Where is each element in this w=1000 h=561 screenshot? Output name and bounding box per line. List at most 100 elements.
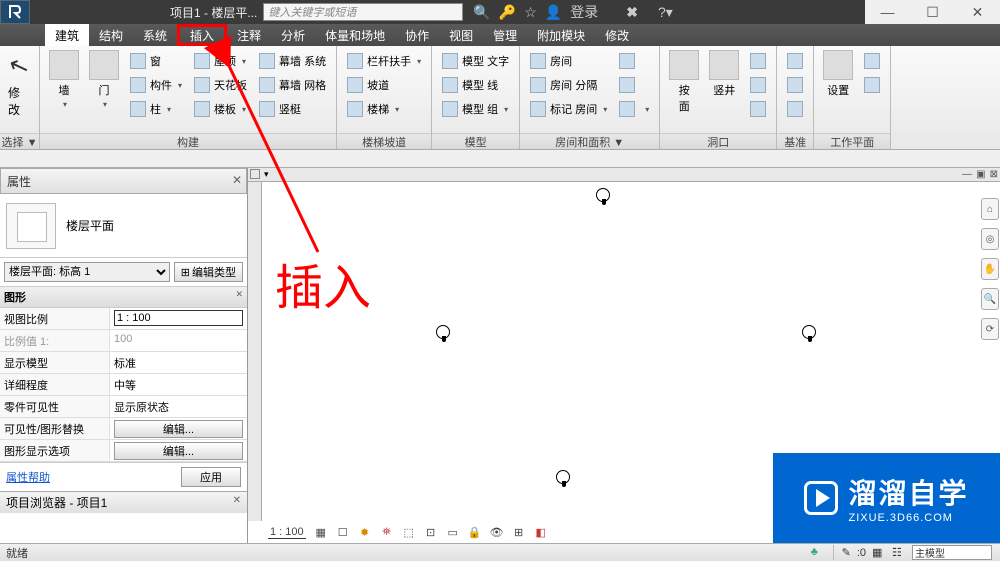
binoculars-icon[interactable]: 🔍 xyxy=(473,4,490,21)
view-close-icon[interactable]: ⊠ xyxy=(990,169,998,180)
tab-插入[interactable]: 插入 xyxy=(177,24,227,46)
detail-level-icon[interactable]: ▦ xyxy=(314,525,328,539)
reveal-icon[interactable]: ⊞ xyxy=(512,525,526,539)
maximize-button[interactable]: ☐ xyxy=(910,0,955,24)
btn-屋顶[interactable]: 屋顶 xyxy=(190,50,251,72)
prop-value[interactable]: 显示原状态 xyxy=(110,396,247,417)
close-button[interactable]: ✕ xyxy=(955,0,1000,24)
status-sync-icon[interactable]: ✎ xyxy=(842,546,851,559)
btn-模型文字[interactable]: 模型 文字 xyxy=(438,50,513,72)
status-model-combo[interactable]: 主模型 xyxy=(912,545,992,560)
nav-orbit-icon[interactable]: ⟳ xyxy=(981,318,999,340)
elevation-marker-south[interactable] xyxy=(556,470,570,484)
elevation-marker-north[interactable] xyxy=(596,188,610,202)
btn-柱[interactable]: 柱 xyxy=(126,98,186,120)
rendering-icon[interactable]: ⬚ xyxy=(402,525,416,539)
btn-标记房间[interactable]: 标记 房间 xyxy=(526,98,611,120)
view-tab-icon[interactable] xyxy=(250,169,260,179)
btn-竖井[interactable]: 竖井 xyxy=(704,48,744,100)
btn-竖梃[interactable]: 竖梃 xyxy=(255,98,330,120)
btn-icon[interactable] xyxy=(615,74,653,96)
instance-selector[interactable]: 楼层平面: 标高 1 xyxy=(4,262,170,282)
search-input[interactable]: 键入关键字或短语 xyxy=(263,3,463,21)
nav-wheel-icon[interactable]: ◎ xyxy=(981,228,999,250)
user-icon[interactable]: 👤 xyxy=(545,4,562,21)
btn-幕墙系统[interactable]: 幕墙 系统 xyxy=(255,50,330,72)
btn-门[interactable]: 门 xyxy=(84,48,124,111)
app-icon[interactable] xyxy=(0,0,30,24)
sun-path-icon[interactable]: ✹ xyxy=(358,525,372,539)
tab-管理[interactable]: 管理 xyxy=(483,24,527,46)
tab-结构[interactable]: 结构 xyxy=(89,24,133,46)
tab-建筑[interactable]: 建筑 xyxy=(45,24,89,46)
nav-zoom-icon[interactable]: 🔍 xyxy=(981,288,999,310)
scroll-left-bar[interactable] xyxy=(248,182,262,521)
tab-分析[interactable]: 分析 xyxy=(271,24,315,46)
exchange-icon[interactable]: ✖ xyxy=(626,4,638,21)
btn-设置[interactable]: 设置 xyxy=(818,48,858,100)
btn-墙[interactable]: 墙 xyxy=(44,48,84,111)
minimize-button[interactable]: — xyxy=(865,0,910,24)
btn-幕墙网格[interactable]: 幕墙 网格 xyxy=(255,74,330,96)
elevation-marker-east[interactable] xyxy=(802,325,816,339)
btn-按面[interactable]: 按 面 xyxy=(664,48,704,116)
tab-系统[interactable]: 系统 xyxy=(133,24,177,46)
help-icon[interactable]: ?▾ xyxy=(658,4,673,21)
prop-value[interactable]: 标准 xyxy=(110,352,247,373)
worksharing-icon[interactable]: ◧ xyxy=(534,525,548,539)
properties-close-icon[interactable]: ✕ xyxy=(232,173,242,187)
btn-栏杆扶手[interactable]: 栏杆扶手 xyxy=(343,50,425,72)
tab-附加模块[interactable]: 附加模块 xyxy=(527,24,595,46)
prop-value[interactable]: 中等 xyxy=(110,374,247,395)
btn-楼板[interactable]: 楼板 xyxy=(190,98,251,120)
opening-icon-2[interactable] xyxy=(746,98,770,120)
btn-楼梯[interactable]: 楼梯 xyxy=(343,98,425,120)
btn-icon[interactable] xyxy=(615,50,653,72)
type-selector[interactable]: 楼层平面 xyxy=(0,194,247,258)
visual-style-icon[interactable]: ☐ xyxy=(336,525,350,539)
shadows-icon[interactable]: ⛯ xyxy=(380,525,394,539)
prop-category-graphics[interactable]: 图形 xyxy=(0,287,247,308)
elevation-marker-west[interactable] xyxy=(436,325,450,339)
login-link[interactable]: 登录 xyxy=(570,2,598,22)
nav-pan-icon[interactable]: ✋ xyxy=(981,258,999,280)
status-filter2-icon[interactable]: ☷ xyxy=(892,546,906,560)
project-browser-header[interactable]: 项目浏览器 - 项目1 xyxy=(0,491,247,513)
properties-help-link[interactable]: 属性帮助 xyxy=(6,469,50,485)
modify-button[interactable]: ↖ 修改 xyxy=(4,48,35,122)
view-max-icon[interactable]: ▣ xyxy=(976,169,985,180)
tab-修改[interactable]: 修改 xyxy=(595,24,639,46)
datum-icon-0[interactable] xyxy=(783,50,807,72)
tab-体量和场地[interactable]: 体量和场地 xyxy=(315,24,395,46)
btn-构件[interactable]: 构件 xyxy=(126,74,186,96)
btn-窗[interactable]: 窗 xyxy=(126,50,186,72)
prop-edit-button[interactable]: 编辑... xyxy=(114,442,243,460)
btn-房间[interactable]: 房间 xyxy=(526,50,611,72)
datum-icon-1[interactable] xyxy=(783,74,807,96)
temp-hide-icon[interactable]: 👁 xyxy=(490,525,504,539)
view-min-icon[interactable]: — xyxy=(962,169,972,180)
prop-input[interactable] xyxy=(114,310,243,326)
star-icon[interactable]: ☆ xyxy=(524,4,537,21)
tab-注释[interactable]: 注释 xyxy=(227,24,271,46)
edit-type-button[interactable]: 编辑类型 xyxy=(174,262,243,282)
group-select-label[interactable]: 选择 ▼ xyxy=(0,133,39,149)
status-icon-1[interactable]: ♣ xyxy=(811,546,825,560)
prop-value[interactable]: 100 xyxy=(110,330,247,351)
nav-home-icon[interactable]: ⌂ xyxy=(981,198,999,220)
btn-模型线[interactable]: 模型 线 xyxy=(438,74,513,96)
opening-icon-0[interactable] xyxy=(746,50,770,72)
btn-房间分隔[interactable]: 房间 分隔 xyxy=(526,74,611,96)
btn-icon[interactable] xyxy=(615,98,653,120)
view-scale[interactable]: 1 : 100 xyxy=(268,526,306,539)
crop-icon[interactable]: ⊡ xyxy=(424,525,438,539)
btn-坡道[interactable]: 坡道 xyxy=(343,74,425,96)
opening-icon-1[interactable] xyxy=(746,74,770,96)
crop-region-icon[interactable]: ▭ xyxy=(446,525,460,539)
lock-icon[interactable]: 🔒 xyxy=(468,525,482,539)
view-tab-dd[interactable]: ▾ xyxy=(264,169,269,180)
status-filter-icon[interactable]: ▦ xyxy=(872,546,886,560)
tab-视图[interactable]: 视图 xyxy=(439,24,483,46)
datum-icon-2[interactable] xyxy=(783,98,807,120)
group-room-label[interactable]: 房间和面积 ▼ xyxy=(520,133,659,149)
